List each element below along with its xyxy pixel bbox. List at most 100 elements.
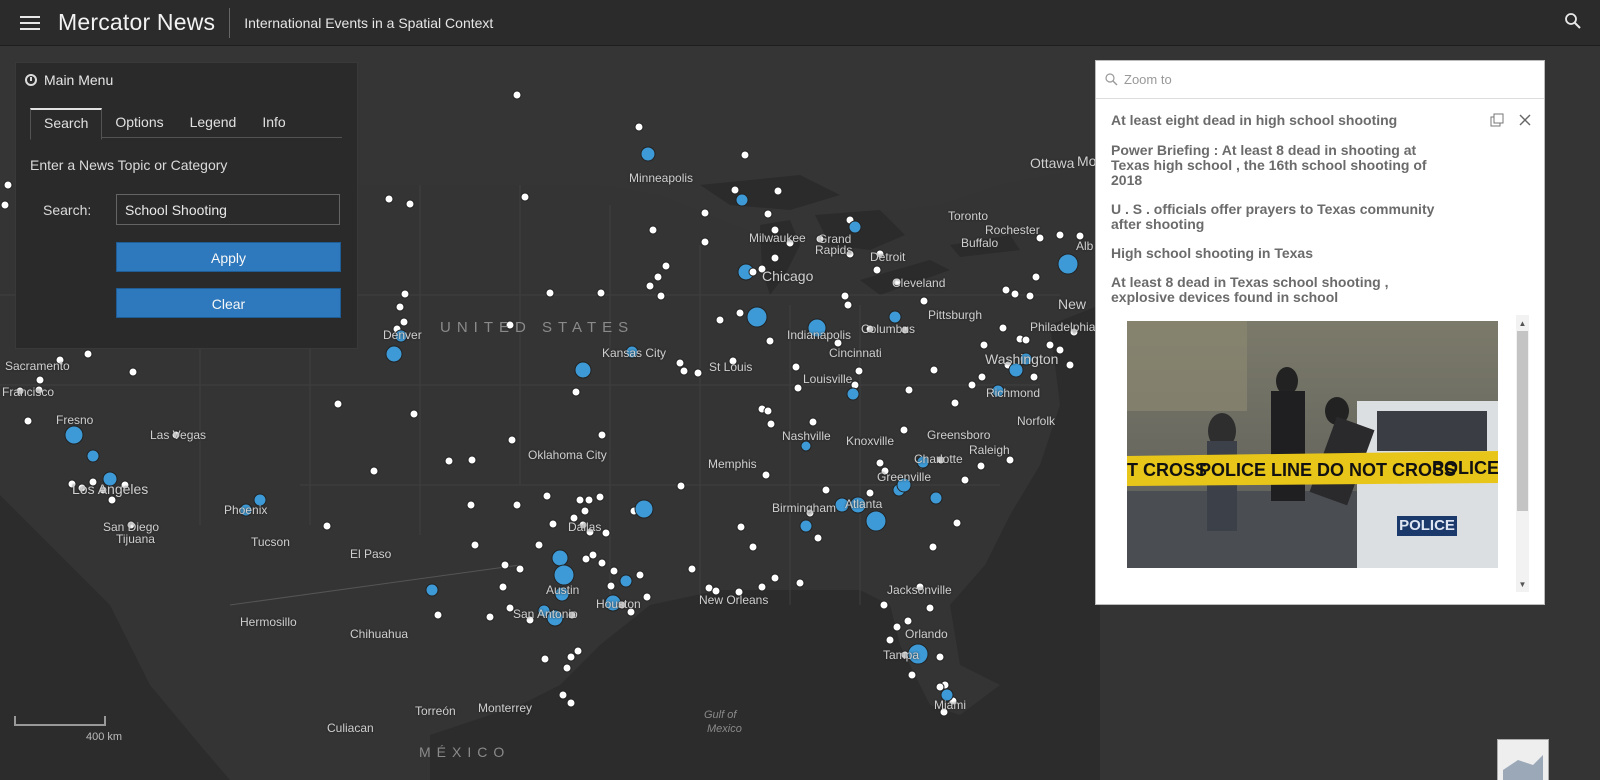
label-chicago: Chicago [762, 268, 814, 284]
label-new-york: New [1058, 296, 1087, 312]
label-minneapolis: Minneapolis [629, 171, 694, 185]
zoom-icon [1105, 73, 1118, 86]
headline-item[interactable]: High school shooting in Texas [1111, 246, 1451, 261]
label-washington: Washington [985, 351, 1059, 367]
main-menu-header[interactable]: Main Menu [16, 65, 357, 95]
popup-title: At least eight dead in high school shoot… [1111, 112, 1398, 128]
hamburger-icon[interactable] [20, 15, 40, 31]
label-el-paso: El Paso [350, 547, 392, 561]
label-tampa: Tampa [883, 648, 920, 662]
clear-button[interactable]: Clear [116, 288, 341, 318]
label-orlando: Orlando [905, 627, 948, 641]
label-new-orleans: New Orleans [699, 593, 769, 607]
tab-options[interactable]: Options [102, 108, 176, 137]
label-las-vegas: Las Vegas [150, 428, 207, 442]
label-monterrey: Monterrey [478, 701, 533, 715]
label-birmingham: Birmingham [772, 501, 837, 515]
label-rochester: Rochester [985, 223, 1040, 237]
tab-legend[interactable]: Legend [177, 108, 250, 137]
label-memphis: Memphis [708, 457, 757, 471]
label-nashville: Nashville [782, 429, 831, 443]
label-pittsburgh: Pittsburgh [928, 308, 983, 322]
label-cincinnati: Cincinnati [829, 346, 882, 360]
window-edge [1600, 0, 1609, 780]
label-columbus: Columbus [861, 322, 916, 336]
label-gulf-1: Gulf of [704, 709, 737, 721]
label-hermosillo: Hermosillo [240, 615, 297, 629]
label-culiacan: Culiacan [327, 721, 374, 735]
tape-text-right: POLICE LINE DO NO [1432, 458, 1498, 478]
label-torreon: Torreón [415, 704, 456, 718]
label-fresno: Fresno [56, 413, 94, 427]
label-chihuahua: Chihuahua [350, 627, 409, 641]
tab-info[interactable]: Info [249, 108, 298, 137]
label-houston: Houston [596, 597, 641, 611]
label-greensboro: Greensboro [927, 428, 991, 442]
overview-map-button[interactable] [1497, 739, 1549, 780]
app-subtitle: International Events in a Spatial Contex… [244, 14, 494, 31]
label-mexico: MÉXICO [419, 744, 511, 760]
news-photo: POLICE T CROSS POLICE LINE DO NOT CROSS … [1127, 321, 1498, 568]
label-miami: Miami [934, 698, 966, 712]
search-label: Search: [43, 202, 92, 218]
label-sacramento: Sacramento [5, 359, 70, 373]
label-indianapolis: Indianapolis [787, 328, 852, 342]
label-philadelphia: Philadelphia [1030, 320, 1096, 334]
police-car-label: POLICE [1399, 517, 1455, 534]
label-phoenix: Phoenix [224, 503, 268, 517]
label-kansas-city: Kansas City [602, 346, 667, 360]
label-alb: Alb [1076, 239, 1094, 253]
label-knoxville: Knoxville [846, 434, 895, 448]
label-grand-rapids-2: Rapids [815, 243, 853, 257]
menu-power-icon [25, 74, 37, 86]
label-dallas: Dallas [568, 520, 602, 534]
dock-icon[interactable] [1490, 113, 1504, 127]
label-atlanta: Atlanta [845, 497, 883, 511]
search-prompt: Enter a News Topic or Category [30, 157, 228, 173]
label-buffalo: Buffalo [961, 236, 999, 250]
label-richmond: Richmond [986, 386, 1041, 400]
label-san-antonio: San Antonio [513, 607, 578, 621]
label-norfolk: Norfolk [1017, 414, 1056, 428]
label-charlotte: Charlotte [914, 452, 963, 466]
label-oklahoma-city: Oklahoma City [528, 448, 607, 462]
popup-scroll-thumb[interactable] [1517, 331, 1528, 511]
app-header: Mercator News International Events in a … [0, 0, 1600, 46]
event-popup: Zoom to At least eight dead in high scho… [1095, 60, 1545, 605]
headline-list: Power Briefing : At least 8 dead in shoo… [1111, 143, 1451, 319]
headline-item[interactable]: Power Briefing : At least 8 dead in shoo… [1111, 143, 1451, 188]
label-st-louis: St Louis [709, 360, 753, 374]
search-icon[interactable] [1564, 12, 1582, 30]
apply-button[interactable]: Apply [116, 242, 341, 272]
headline-item[interactable]: U . S . officials offer prayers to Texas… [1111, 202, 1451, 232]
close-icon[interactable] [1518, 113, 1532, 127]
label-greenville: Greenville [877, 470, 932, 484]
scale-label: 400 km [86, 731, 123, 743]
app-title: Mercator News [58, 9, 216, 35]
label-austin: Austin [546, 583, 580, 597]
label-louisville: Louisville [803, 372, 853, 386]
label-tijuana: Tijuana [116, 532, 155, 546]
headline-item[interactable]: At least 8 dead in Texas school shooting… [1111, 275, 1451, 305]
zoom-to-bar[interactable]: Zoom to [1096, 61, 1544, 99]
tab-search[interactable]: Search [30, 108, 103, 140]
header-divider [229, 7, 231, 38]
label-cleveland: Cleveland [892, 276, 946, 290]
label-ottawa: Ottawa [1030, 155, 1075, 171]
label-los-angeles: Los Angeles [72, 481, 149, 497]
label-tucson: Tucson [251, 535, 290, 549]
zoom-to-label: Zoom to [1124, 72, 1172, 87]
label-toronto: Toronto [948, 209, 989, 223]
scroll-up-arrow-icon[interactable]: ▲ [1518, 319, 1527, 328]
label-united-states: UNITED STATES [440, 319, 635, 336]
label-milwaukee: Milwaukee [749, 231, 806, 245]
main-menu-title: Main Menu [44, 72, 114, 88]
label-francisco: Francisco [2, 385, 55, 399]
main-menu-panel: Main Menu Search Options Legend Info Ent… [15, 62, 358, 349]
label-mo: Mo [1077, 153, 1097, 169]
label-gulf-2: Mexico [707, 723, 742, 735]
scale-bar [14, 716, 106, 726]
tape-text-left: T CROSS [1127, 460, 1207, 480]
scroll-down-arrow-icon[interactable]: ▼ [1518, 580, 1527, 589]
search-input[interactable] [116, 194, 340, 225]
